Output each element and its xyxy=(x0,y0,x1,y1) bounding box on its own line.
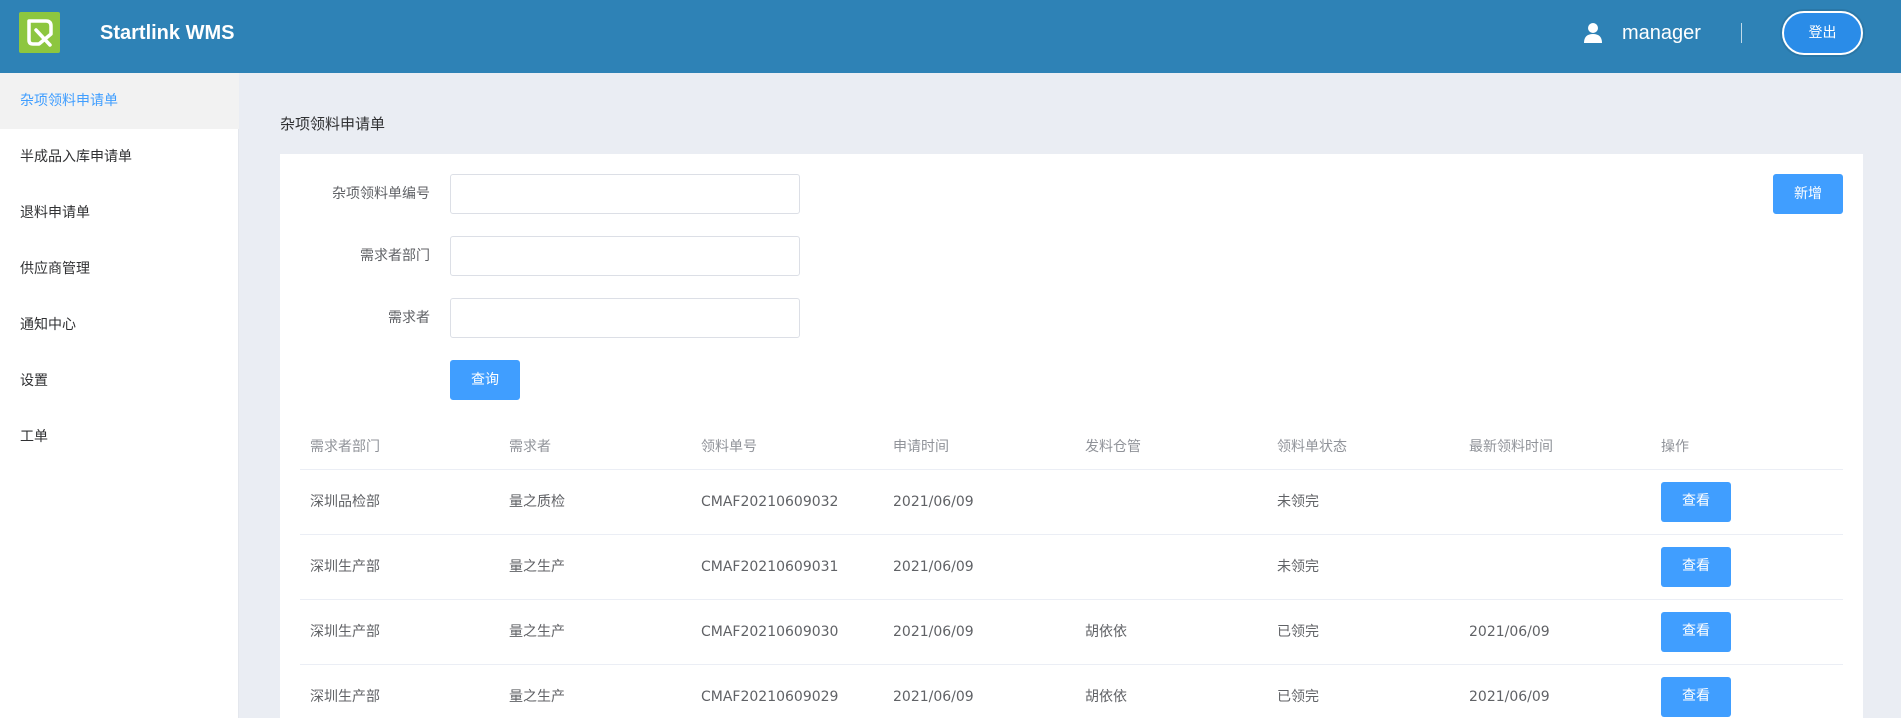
top-header: Startlink WMS manager 登出 xyxy=(0,0,1901,73)
cell-status: 已领完 xyxy=(1277,624,1319,640)
header-divider xyxy=(1741,23,1742,43)
view-button[interactable]: 查看 xyxy=(1661,482,1731,522)
table-row: 深圳生产部 量之生产 CMAF20210609031 2021/06/09 未领… xyxy=(300,535,1843,600)
cell-requester: 量之生产 xyxy=(509,559,565,575)
table-row: 深圳生产部 量之生产 CMAF20210609029 2021/06/09 胡依… xyxy=(300,665,1843,718)
requisition-number-input[interactable] xyxy=(450,174,800,214)
col-header-status[interactable]: 领料单状态 xyxy=(1277,424,1347,470)
cell-requisition-number: CMAF20210609031 xyxy=(701,559,839,575)
col-header-warehouse-keeper[interactable]: 发料仓管 xyxy=(1085,424,1141,470)
col-header-latest-time[interactable]: 最新领料时间 xyxy=(1469,424,1553,470)
cell-apply-time: 2021/06/09 xyxy=(893,624,974,640)
app-logo[interactable] xyxy=(19,12,60,53)
cell-department: 深圳生产部 xyxy=(310,559,380,575)
user-icon xyxy=(1584,23,1602,43)
department-label: 需求者部门 xyxy=(360,248,430,264)
logout-button[interactable]: 登出 xyxy=(1782,11,1863,55)
sidebar-item-work-order[interactable]: 工单 xyxy=(0,409,239,465)
cell-requester: 量之生产 xyxy=(509,689,565,705)
cell-apply-time: 2021/06/09 xyxy=(893,494,974,510)
col-header-requisition-number[interactable]: 领料单号 xyxy=(701,424,757,470)
sidebar: 杂项领料申请单 半成品入库申请单 退料申请单 供应商管理 通知中心 设置 工单 xyxy=(0,73,239,718)
cell-requisition-number: CMAF20210609030 xyxy=(701,624,839,640)
search-button[interactable]: 查询 xyxy=(450,360,520,400)
col-header-actions: 操作 xyxy=(1661,439,1689,455)
app-title: Startlink WMS xyxy=(100,22,235,44)
cell-department: 深圳生产部 xyxy=(310,624,380,640)
col-header-requester[interactable]: 需求者 xyxy=(509,424,551,470)
cell-department: 深圳品检部 xyxy=(310,494,380,510)
view-button[interactable]: 查看 xyxy=(1661,677,1731,717)
table-row: 深圳生产部 量之生产 CMAF20210609030 2021/06/09 胡依… xyxy=(300,600,1843,665)
cell-requester: 量之生产 xyxy=(509,624,565,640)
cell-requester: 量之质检 xyxy=(509,494,565,510)
page-title: 杂项领料申请单 xyxy=(280,115,386,133)
cell-requisition-number: CMAF20210609029 xyxy=(701,689,839,705)
cell-department: 深圳生产部 xyxy=(310,689,380,705)
sidebar-item-material-return[interactable]: 退料申请单 xyxy=(0,185,239,241)
table-row: 深圳品检部 量之质检 CMAF20210609032 2021/06/09 未领… xyxy=(300,470,1843,535)
user-name[interactable]: manager xyxy=(1622,20,1701,46)
requester-input[interactable] xyxy=(450,298,800,338)
cell-latest-time: 2021/06/09 xyxy=(1469,689,1550,705)
sidebar-item-supplier-management[interactable]: 供应商管理 xyxy=(0,241,239,297)
table-header: 需求者部门 需求者 领料单号 申请时间 发料仓管 领料单状态 最新领料时间 操作 xyxy=(300,424,1843,470)
add-button[interactable]: 新增 xyxy=(1773,174,1843,214)
cell-apply-time: 2021/06/09 xyxy=(893,559,974,575)
col-header-department[interactable]: 需求者部门 xyxy=(310,424,380,470)
cell-status: 已领完 xyxy=(1277,689,1319,705)
view-button[interactable]: 查看 xyxy=(1661,612,1731,652)
sidebar-item-settings[interactable]: 设置 xyxy=(0,353,239,409)
cell-status: 未领完 xyxy=(1277,559,1319,575)
content-panel: 杂项领料单编号 需求者部门 需求者 查询 新增 需求者部门 需求者 领料单号 申… xyxy=(280,154,1863,718)
cell-status: 未领完 xyxy=(1277,494,1319,510)
requester-label: 需求者 xyxy=(388,310,430,326)
sidebar-item-semi-finished-inbound[interactable]: 半成品入库申请单 xyxy=(0,129,239,185)
cell-warehouse-keeper: 胡依依 xyxy=(1085,689,1127,705)
sidebar-item-notification-center[interactable]: 通知中心 xyxy=(0,297,239,353)
view-button[interactable]: 查看 xyxy=(1661,547,1731,587)
cell-apply-time: 2021/06/09 xyxy=(893,689,974,705)
requisition-number-label: 杂项领料单编号 xyxy=(332,186,430,202)
cell-warehouse-keeper: 胡依依 xyxy=(1085,624,1127,640)
cell-latest-time: 2021/06/09 xyxy=(1469,624,1550,640)
sidebar-item-misc-requisition[interactable]: 杂项领料申请单 xyxy=(0,73,239,129)
department-input[interactable] xyxy=(450,236,800,276)
col-header-apply-time[interactable]: 申请时间 xyxy=(893,424,949,470)
leaf-logo-icon xyxy=(27,19,53,47)
cell-requisition-number: CMAF20210609032 xyxy=(701,494,839,510)
